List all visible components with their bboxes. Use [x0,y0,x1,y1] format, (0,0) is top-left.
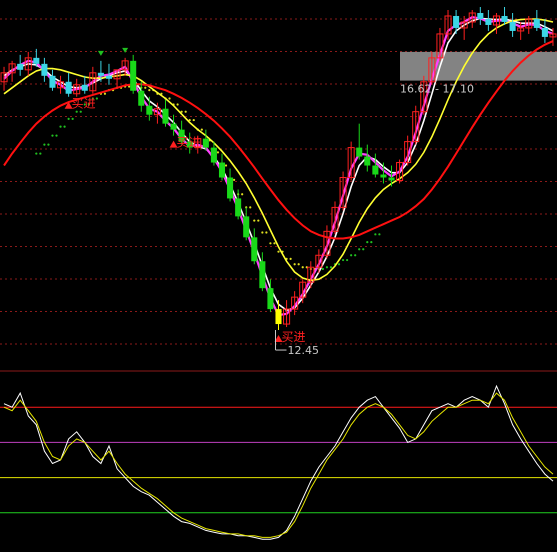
candle-body [477,12,484,19]
indicator-dot [233,178,236,181]
low-price-label: 12.45 [288,344,320,357]
candle-body [146,105,153,115]
candle-body [162,108,169,124]
candle-body [41,63,48,76]
candle-body [227,177,234,199]
indicator-dot [51,134,54,137]
indicator-dot [370,241,373,244]
indicator-dot [253,219,256,222]
candle-body [97,72,104,76]
candle-body [364,156,371,166]
buy-label: 买进 [282,330,306,344]
candle-body [533,18,540,28]
candle-body [17,63,24,70]
indicator-dot [273,242,276,245]
candle-body [275,309,282,325]
indicator-dot [71,117,74,120]
candle-body [372,165,379,175]
indicator-dot [358,248,361,251]
candle-body [218,162,226,178]
candle-body [49,75,56,88]
candle-body [380,174,387,178]
indicator-dot [249,206,252,209]
candle-body [138,90,145,106]
indicator-dot [269,242,272,245]
candle-body [81,84,88,91]
indicator-dot [277,250,280,253]
indicator-dot [148,89,151,92]
indicator-dot [261,231,264,234]
candle-body [501,15,508,22]
indicator-dot [293,263,296,266]
candle-body [356,147,363,157]
indicator-dot [224,164,228,167]
indicator-dot [216,151,220,154]
candle-body [235,198,242,217]
candle-body [105,75,113,79]
indicator-dot [378,233,381,236]
indicator-dot [341,258,345,262]
indicator-dot [35,152,38,155]
indicator-dot [325,266,329,269]
indicator-dot [67,117,70,120]
indicator-dot [350,254,353,257]
candle-body [259,261,266,289]
indicator-dot [176,103,179,106]
indicator-dot [329,266,333,269]
indicator-dot [59,125,62,128]
indicator-dot [257,219,260,222]
indicator-dot [55,134,58,137]
candle-body [453,15,460,28]
candle-body [267,288,274,310]
indicator-dot [297,263,300,266]
indicator-dot [301,266,304,269]
indicator-dot [95,97,98,100]
indicator-dot [103,92,107,95]
candle-body [65,81,72,94]
indicator-dot [346,258,349,262]
candle-body [541,27,548,37]
candle-body [388,177,395,181]
candle-body [202,138,209,148]
buy-label: 买进 [72,97,96,111]
indicator-dot [63,125,66,128]
candle-body [210,147,217,163]
indicator-dot [79,110,82,113]
indicator-dot [192,118,195,122]
indicator-dot [75,110,78,113]
indicator-dot [366,241,369,244]
indicator-dot [39,152,42,155]
candle-body [509,21,516,31]
candle-body [33,57,40,64]
indicator-dot [354,254,357,257]
indicator-dot [200,128,203,131]
indicator-dot [47,143,50,146]
indicator-dot [184,110,187,113]
candle-body [130,60,137,91]
indicator-dot [289,257,292,260]
indicator-dot [144,86,147,89]
indicator-dot [337,263,341,266]
band-range-label: 16.62 - 17.10 [400,83,474,96]
buy-label: 买进 [177,136,201,150]
candle-body [485,18,492,25]
stock-chart: 买进买进买进 12.45 16.62 - 17.10 [0,0,557,552]
candle-body [243,216,250,238]
indicator-dot [374,233,377,236]
candle-body [251,237,258,262]
indicator-dot [241,193,244,196]
indicator-dot [265,231,268,234]
indicator-dot [362,248,365,251]
indicator-dot [43,143,46,146]
indicator-dot [168,97,171,100]
indicator-dot [321,267,324,271]
candle-body [170,123,177,130]
